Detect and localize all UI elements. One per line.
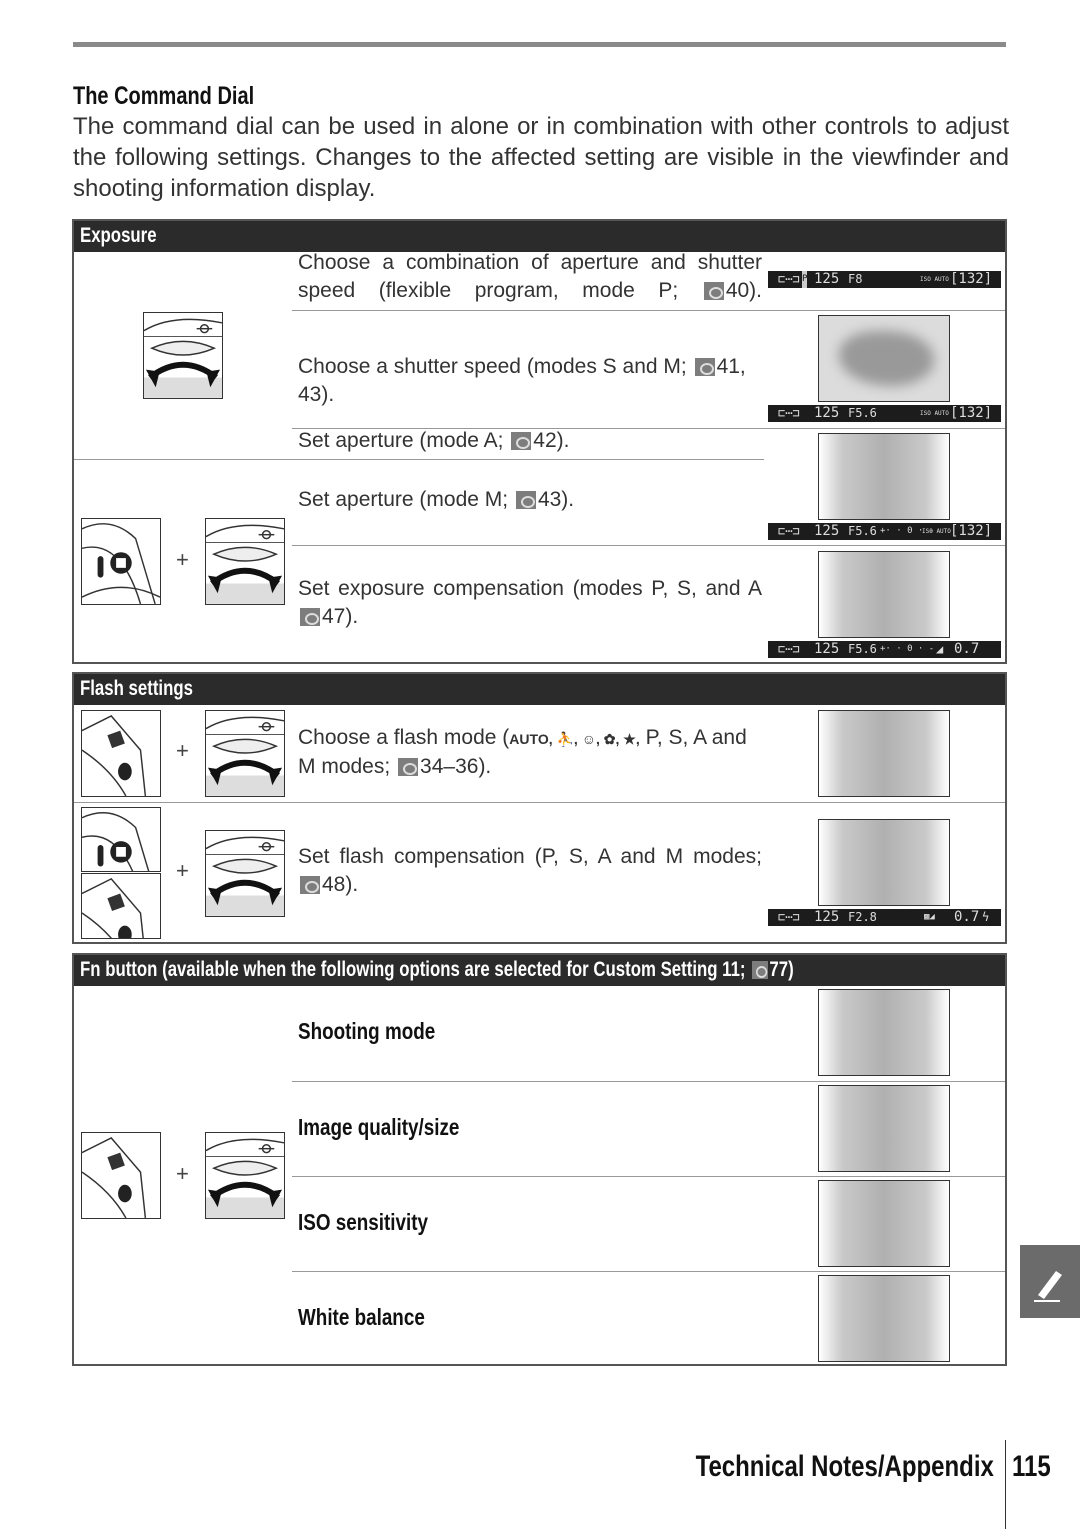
flash-header: Flash settings — [74, 674, 1005, 705]
viewfinder-preview — [818, 819, 950, 906]
viewfinder-preview — [818, 989, 950, 1076]
fn-button-table: Fn button (available when the following … — [72, 953, 1007, 1366]
footer-divider — [1005, 1440, 1006, 1529]
fn-item-image-quality: Image quality/size — [298, 1114, 460, 1140]
viewfinder-preview — [818, 315, 950, 402]
page-number: 115 — [1012, 1450, 1051, 1483]
fn-item-white-balance: White balance — [298, 1304, 425, 1330]
flash-mode-icons: AUTO, ⛹, ☺, ✿, ★, — [509, 731, 640, 747]
command-dial-image — [143, 312, 223, 399]
flash-table: Flash settings + Choose a flash mode (AU… — [72, 672, 1007, 944]
viewfinder-strip: ⊏⋯⊐ 125 F2.8 ▩◢ 0.7 ϟ — [768, 909, 1001, 926]
fn-item-shooting-mode: Shooting mode — [298, 1018, 436, 1044]
viewfinder-preview — [818, 551, 950, 638]
viewfinder-preview — [818, 710, 950, 797]
viewfinder-strip: ⊏⋯⊐ 125 F5.6 +· · 0 · - ISO AUTO [132] — [768, 523, 1001, 540]
viewfinder-preview — [818, 1085, 950, 1172]
section-title: The Command Dial — [73, 82, 255, 110]
fn-header: Fn button (available when the following … — [74, 955, 1005, 986]
fn-button-image — [81, 1132, 161, 1219]
exposure-comp-button-image — [81, 807, 161, 872]
command-dial-image — [205, 1132, 285, 1219]
flash-button-image — [81, 873, 161, 939]
command-dial-image — [205, 710, 285, 797]
footer-section-title: Technical Notes/Appendix — [695, 1450, 994, 1483]
row-exposure-comp: Set exposure compensation (modes P, S, a… — [298, 577, 762, 600]
book-icon — [751, 961, 768, 979]
plus-sign: + — [176, 858, 189, 883]
book-icon — [703, 282, 724, 300]
command-dial-image — [205, 518, 285, 605]
fn-item-iso: ISO sensitivity — [298, 1209, 428, 1235]
viewfinder-preview — [818, 1275, 950, 1362]
row-flash-mode: Choose a flash mode (AUTO, ⛹, ☺, ✿, ★, P… — [298, 726, 747, 778]
viewfinder-preview — [818, 1180, 950, 1267]
plus-sign: + — [176, 547, 189, 572]
book-icon — [515, 491, 536, 509]
plus-sign: + — [176, 1161, 189, 1186]
flash-button-image — [81, 710, 161, 797]
book-icon — [300, 608, 320, 626]
book-icon — [694, 358, 715, 376]
row-flexible-program: Choose a combination of aperture and shu… — [298, 251, 762, 302]
pencil-icon — [1034, 1271, 1062, 1302]
row-shutter-speed: Choose a shutter speed (modes S and M; 4… — [298, 355, 746, 406]
plus-sign: + — [176, 738, 189, 763]
viewfinder-strip: ⊏⋯⊐ 125 F5.6 ISO AUTO [132] — [768, 405, 1001, 422]
viewfinder-strip: ⊏⋯⊐ P 125 F8 ISO AUTO [132] — [768, 271, 1001, 288]
book-icon — [398, 758, 419, 776]
exposure-header: Exposure — [74, 221, 1005, 252]
section-tab[interactable] — [1020, 1245, 1080, 1318]
exposure-table: Exposure Choose a combination of apertur… — [72, 219, 1007, 664]
viewfinder-strip: ⊏⋯⊐ 125 F5.6 +· · 0 · - ◢ 0.7 — [768, 641, 1001, 658]
viewfinder-preview — [818, 433, 950, 520]
row-aperture-m: Set aperture (mode M; 43). — [298, 488, 575, 511]
book-icon — [511, 432, 532, 450]
intro-paragraph: The command dial can be used in alone or… — [73, 113, 1009, 202]
top-rule — [73, 42, 1006, 47]
exposure-comp-button-image — [81, 518, 161, 605]
row-aperture-a: Set aperture (mode A; 42). — [298, 429, 570, 452]
book-icon — [300, 876, 320, 894]
row-flash-comp: Set flash compensation (P, S, A and M mo… — [298, 845, 762, 896]
command-dial-image — [205, 830, 285, 917]
